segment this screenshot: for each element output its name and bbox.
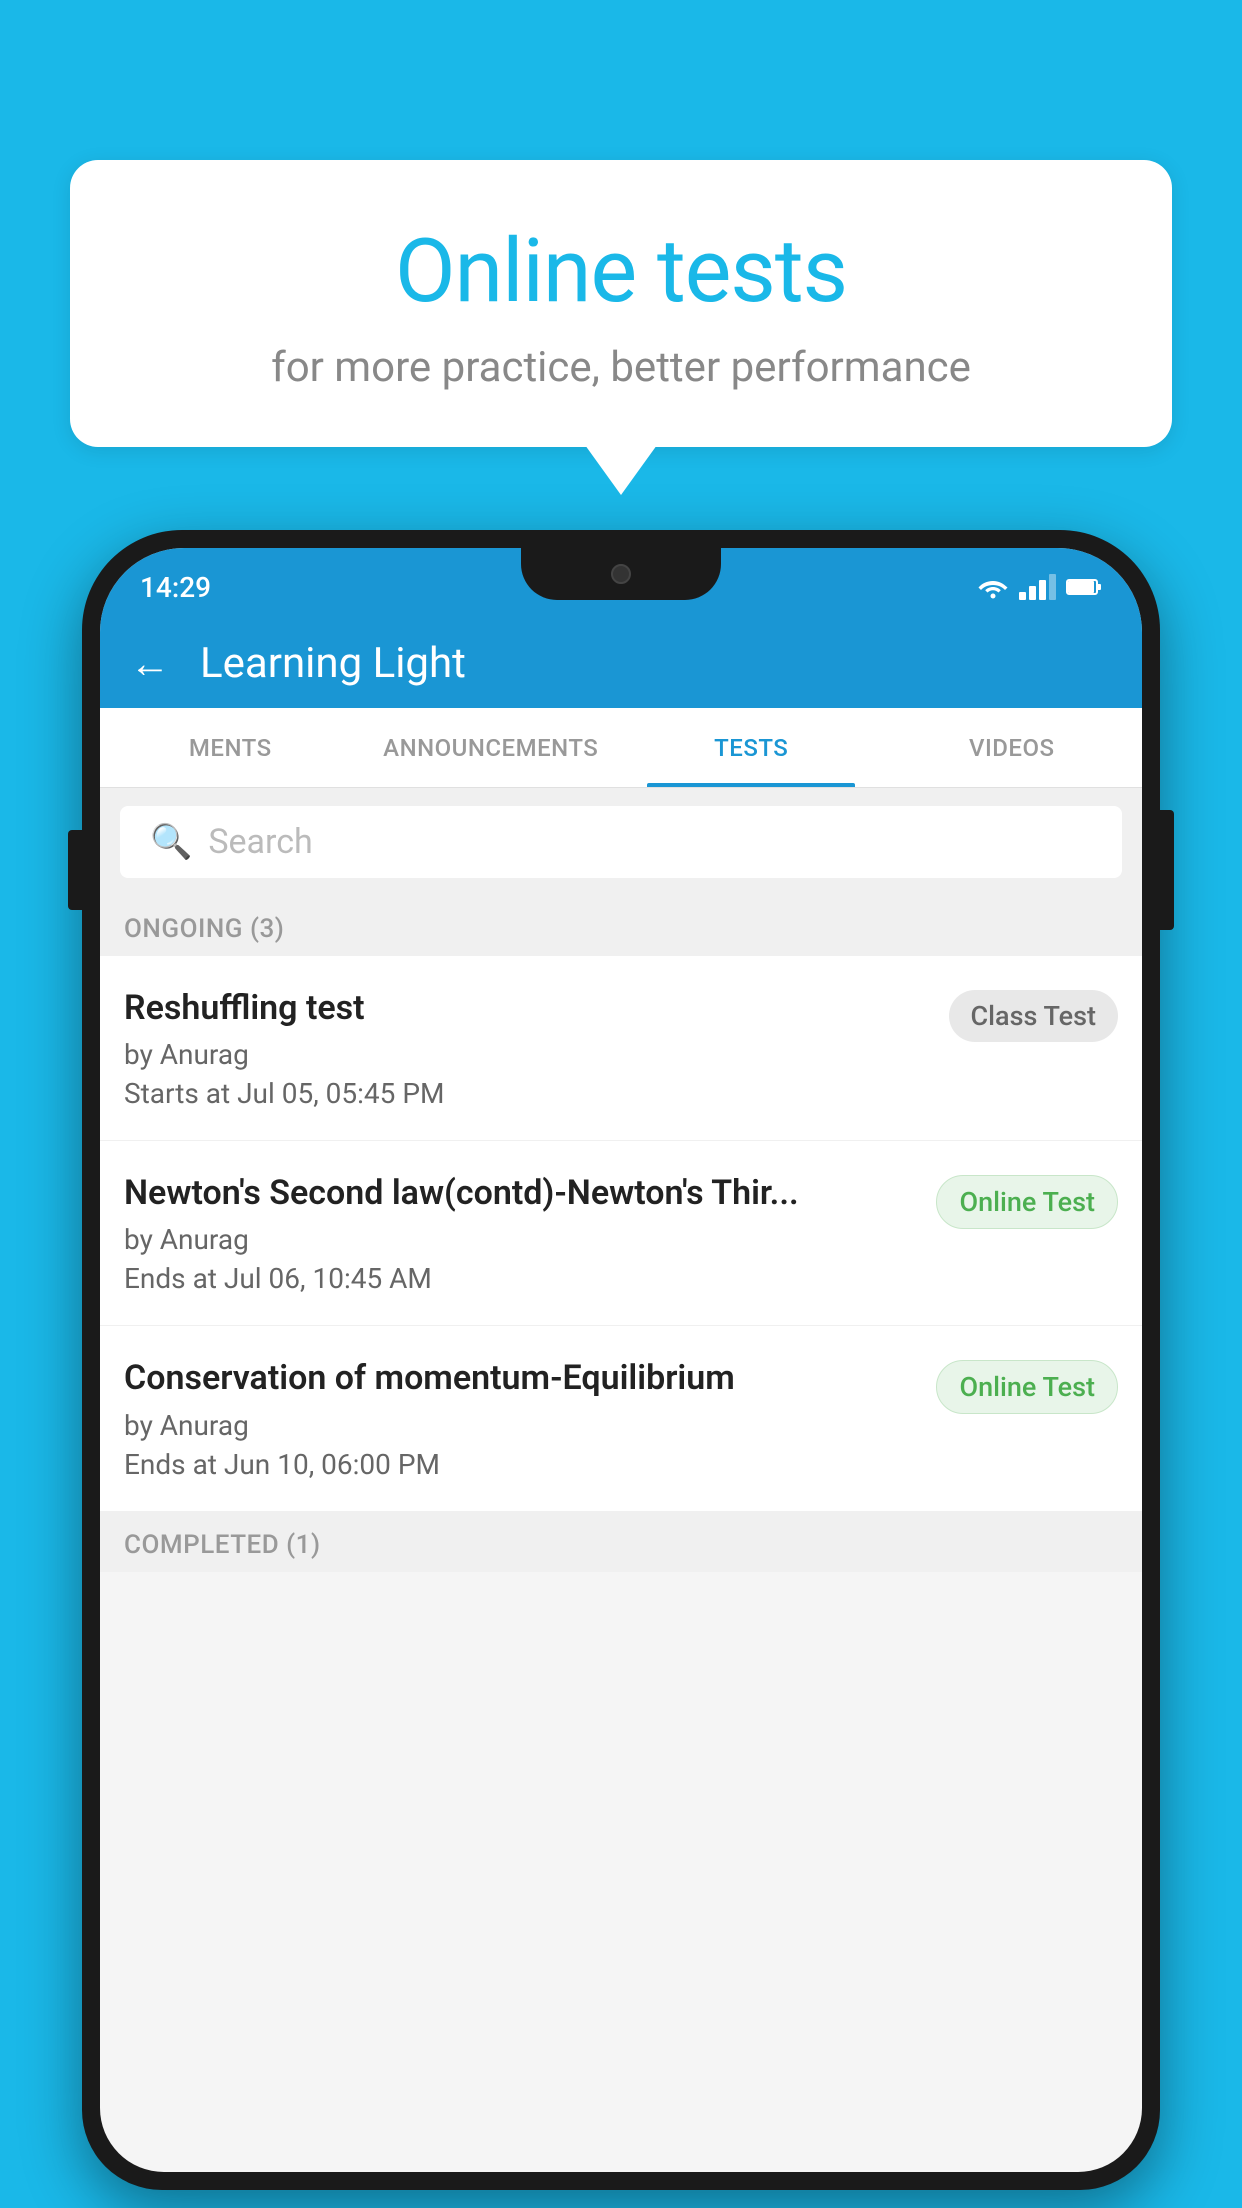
wifi-icon	[977, 575, 1009, 599]
test-item-1[interactable]: Reshuffling test by Anurag Starts at Jul…	[100, 956, 1142, 1141]
test-name-1: Reshuffling test	[124, 986, 929, 1030]
test-time-1: Starts at Jul 05, 05:45 PM	[124, 1077, 929, 1110]
tab-tests[interactable]: TESTS	[621, 708, 882, 787]
phone-wrapper: 14:29	[82, 530, 1160, 2208]
test-name-2: Newton's Second law(contd)-Newton's Thir…	[124, 1171, 916, 1215]
tab-videos[interactable]: VIDEOS	[882, 708, 1143, 787]
search-container: 🔍 Search	[100, 788, 1142, 896]
test-info-3: Conservation of momentum-Equilibrium by …	[124, 1356, 936, 1480]
ongoing-section-label: ONGOING (3)	[100, 896, 1142, 956]
back-button[interactable]: ←	[130, 640, 170, 687]
battery-icon	[1066, 577, 1102, 597]
bubble-title: Online tests	[120, 220, 1122, 323]
completed-section-label: COMPLETED (1)	[100, 1512, 1142, 1572]
search-bar[interactable]: 🔍 Search	[120, 806, 1122, 878]
app-header: ← Learning Light	[100, 618, 1142, 708]
test-author-1: by Anurag	[124, 1038, 929, 1071]
phone-screen: 14:29	[100, 548, 1142, 2172]
test-name-3: Conservation of momentum-Equilibrium	[124, 1356, 916, 1400]
test-badge-3: Online Test	[936, 1360, 1118, 1414]
test-info-2: Newton's Second law(contd)-Newton's Thir…	[124, 1171, 936, 1295]
speech-bubble: Online tests for more practice, better p…	[70, 160, 1172, 447]
tabs-bar: MENTS ANNOUNCEMENTS TESTS VIDEOS	[100, 708, 1142, 788]
phone-notch	[521, 548, 721, 600]
test-author-3: by Anurag	[124, 1409, 916, 1442]
test-time-3: Ends at Jun 10, 06:00 PM	[124, 1448, 916, 1481]
tab-ments[interactable]: MENTS	[100, 708, 361, 787]
camera-dot	[611, 564, 631, 584]
test-info-1: Reshuffling test by Anurag Starts at Jul…	[124, 986, 949, 1110]
test-item-2[interactable]: Newton's Second law(contd)-Newton's Thir…	[100, 1141, 1142, 1326]
app-title: Learning Light	[200, 639, 466, 688]
search-input[interactable]: Search	[208, 822, 312, 862]
status-icons	[977, 574, 1102, 600]
test-badge-1: Class Test	[949, 990, 1119, 1042]
test-list: Reshuffling test by Anurag Starts at Jul…	[100, 956, 1142, 1512]
test-badge-2: Online Test	[936, 1175, 1118, 1229]
test-item-3[interactable]: Conservation of momentum-Equilibrium by …	[100, 1326, 1142, 1511]
tab-announcements[interactable]: ANNOUNCEMENTS	[361, 708, 622, 787]
bubble-subtitle: for more practice, better performance	[120, 343, 1122, 392]
phone-frame: 14:29	[82, 530, 1160, 2190]
test-time-2: Ends at Jul 06, 10:45 AM	[124, 1262, 916, 1295]
signal-icon	[1019, 574, 1056, 600]
test-author-2: by Anurag	[124, 1223, 916, 1256]
search-icon: 🔍	[150, 822, 192, 862]
status-time: 14:29	[140, 571, 211, 604]
